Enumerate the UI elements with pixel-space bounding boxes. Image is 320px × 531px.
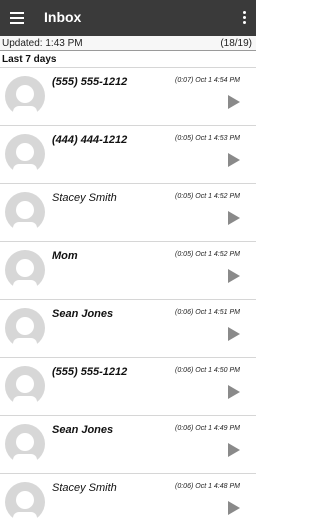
caller-name: Sean Jones (52, 424, 114, 436)
avatar-icon (5, 366, 45, 406)
play-icon[interactable] (228, 385, 240, 399)
list-item[interactable]: Stacey Smith (0:06) Oct 1 4:48 PM (0, 473, 256, 531)
list-item[interactable]: (555) 555-1212 (0:06) Oct 1 4:50 PM (0, 357, 256, 415)
play-icon[interactable] (228, 269, 240, 283)
avatar-icon (5, 424, 45, 464)
play-icon[interactable] (228, 211, 240, 225)
avatar-icon (5, 308, 45, 348)
message-meta: (0:06) Oct 1 4:51 PM (175, 309, 240, 316)
page-title: Inbox (44, 9, 82, 25)
play-icon[interactable] (228, 95, 240, 109)
app-bar: Inbox (0, 0, 256, 36)
list-item[interactable]: Mom (0:05) Oct 1 4:52 PM (0, 241, 256, 299)
message-meta: (0:05) Oct 1 4:52 PM (175, 251, 240, 258)
avatar-icon (5, 76, 45, 116)
caller-name: (444) 444-1212 (52, 134, 128, 146)
message-count: (18/19) (220, 38, 252, 49)
message-meta: (0:06) Oct 1 4:48 PM (175, 483, 240, 490)
message-meta: (0:06) Oct 1 4:49 PM (175, 425, 240, 432)
avatar-icon (5, 482, 45, 522)
list-item[interactable]: (444) 444-1212 (0:05) Oct 1 4:53 PM (0, 125, 256, 183)
more-vert-icon[interactable] (238, 9, 250, 27)
caller-name: (555) 555-1212 (52, 366, 128, 378)
message-meta: (0:07) Oct 1 4:54 PM (175, 77, 240, 84)
caller-name: Mom (52, 250, 78, 262)
play-icon[interactable] (228, 153, 240, 167)
caller-name: Stacey Smith (52, 192, 117, 204)
message-meta: (0:05) Oct 1 4:52 PM (175, 193, 240, 200)
play-icon[interactable] (228, 327, 240, 341)
list-item[interactable]: Sean Jones (0:06) Oct 1 4:51 PM (0, 299, 256, 357)
message-meta: (0:06) Oct 1 4:50 PM (175, 367, 240, 374)
avatar-icon (5, 134, 45, 174)
hamburger-icon[interactable] (8, 8, 28, 28)
status-bar: Updated: 1:43 PM (18/19) (0, 36, 256, 51)
list-item[interactable]: (555) 555-1212 (0:07) Oct 1 4:54 PM (0, 67, 256, 125)
list-item[interactable]: Sean Jones (0:06) Oct 1 4:49 PM (0, 415, 256, 473)
avatar-icon (5, 192, 45, 232)
list-item[interactable]: Stacey Smith (0:05) Oct 1 4:52 PM (0, 183, 256, 241)
caller-name: Sean Jones (52, 308, 114, 320)
caller-name: Stacey Smith (52, 482, 117, 494)
caller-name: (555) 555-1212 (52, 76, 128, 88)
section-header: Last 7 days (2, 54, 57, 65)
updated-time: Updated: 1:43 PM (2, 38, 83, 49)
play-icon[interactable] (228, 501, 240, 515)
message-list: (555) 555-1212 (0:07) Oct 1 4:54 PM (444… (0, 67, 256, 531)
play-icon[interactable] (228, 443, 240, 457)
message-meta: (0:05) Oct 1 4:53 PM (175, 135, 240, 142)
avatar-icon (5, 250, 45, 290)
